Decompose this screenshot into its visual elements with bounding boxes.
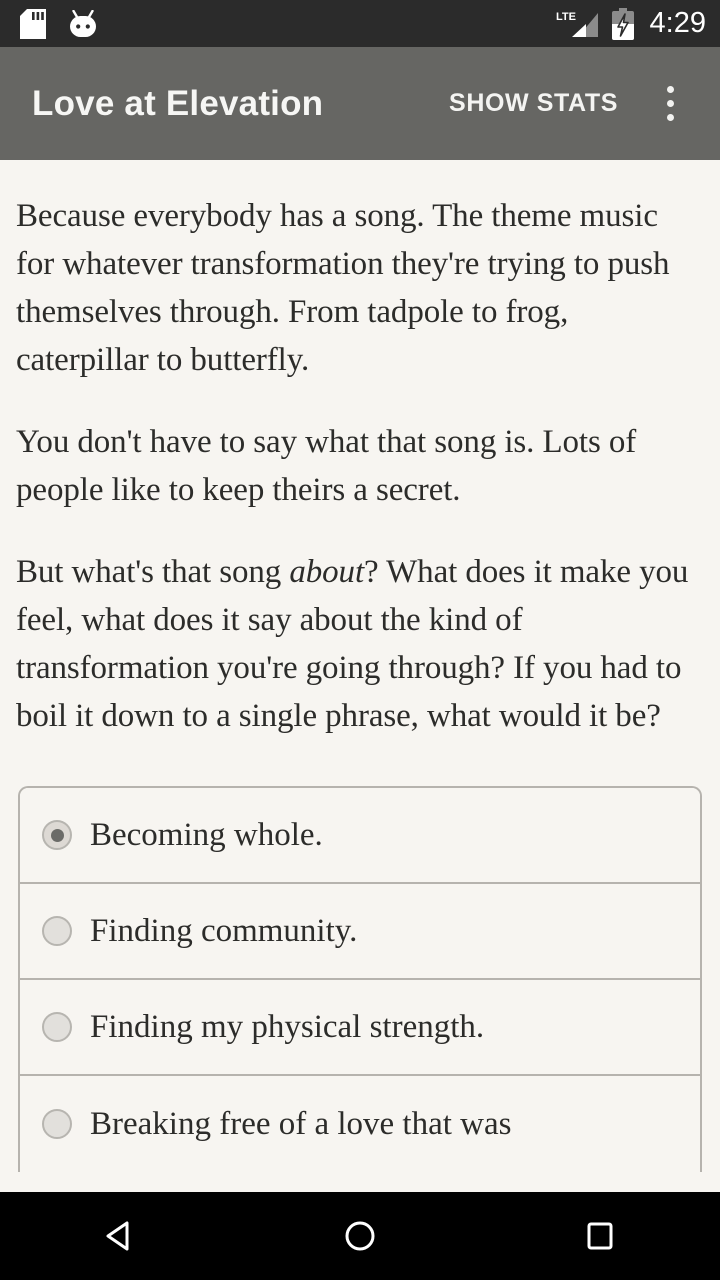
page-title: Love at Elevation <box>32 83 324 123</box>
status-bar-right-icons: LTE 4:29 <box>556 7 706 40</box>
overflow-dot <box>666 86 674 93</box>
status-bar-clock: 4:29 <box>649 7 706 39</box>
body-paragraph-1: Because everybody has a song. The theme … <box>16 198 670 378</box>
emphasis-word-about: about <box>289 554 365 590</box>
home-button[interactable] <box>240 1192 480 1280</box>
list-item-label: Finding my physical strength. <box>90 1008 485 1045</box>
body-paragraph-3: But what's that song about? What does it… <box>0 548 720 740</box>
radio-button[interactable] <box>42 820 72 850</box>
back-triangle-icon <box>102 1218 138 1254</box>
recents-square-icon <box>584 1220 616 1252</box>
status-bar: LTE 4:29 <box>0 0 720 47</box>
sd-card-icon <box>20 8 46 39</box>
list-item[interactable]: Finding my physical strength. <box>20 980 700 1076</box>
android-head-icon <box>68 9 98 38</box>
list-item[interactable]: Breaking free of a love that was <box>20 1076 700 1172</box>
radio-inner-dot <box>50 828 64 842</box>
radio-button[interactable] <box>42 1109 72 1139</box>
list-item[interactable]: Finding community. <box>20 884 700 980</box>
signal-bars-icon: LTE <box>556 9 600 39</box>
show-stats-button[interactable]: SHOW STATS <box>443 79 624 128</box>
back-button[interactable] <box>0 1192 240 1280</box>
paragraph-3-before-emphasis: But what's that song <box>16 554 290 590</box>
list-item-label: Finding community. <box>90 912 358 949</box>
content-scroll-area[interactable]: Because everybody has a song. The theme … <box>0 160 720 1192</box>
overflow-dot <box>666 114 674 121</box>
status-bar-left-icons <box>20 8 98 39</box>
home-circle-icon <box>342 1218 378 1254</box>
body-paragraph-2: You don't have to say what that song is.… <box>16 424 637 508</box>
list-item[interactable]: Becoming whole. <box>20 788 700 884</box>
battery-charging-icon <box>610 7 636 40</box>
list-item-label: Breaking free of a love that was <box>90 1105 512 1142</box>
recents-button[interactable] <box>480 1192 720 1280</box>
radio-button[interactable] <box>42 916 72 946</box>
radio-button[interactable] <box>42 1012 72 1042</box>
more-vertical-icon[interactable] <box>642 76 698 132</box>
choice-list: Becoming whole. Finding community. Findi… <box>18 786 702 1172</box>
app-bar: Love at Elevation SHOW STATS <box>0 47 720 170</box>
overflow-dot <box>666 100 674 107</box>
list-item-label: Becoming whole. <box>90 816 323 853</box>
phone-screen: LTE 4:29 Love at Elevation SHOW STATS Be… <box>0 0 720 1280</box>
android-navigation-bar <box>0 1192 720 1280</box>
svg-text:LTE: LTE <box>556 11 576 23</box>
